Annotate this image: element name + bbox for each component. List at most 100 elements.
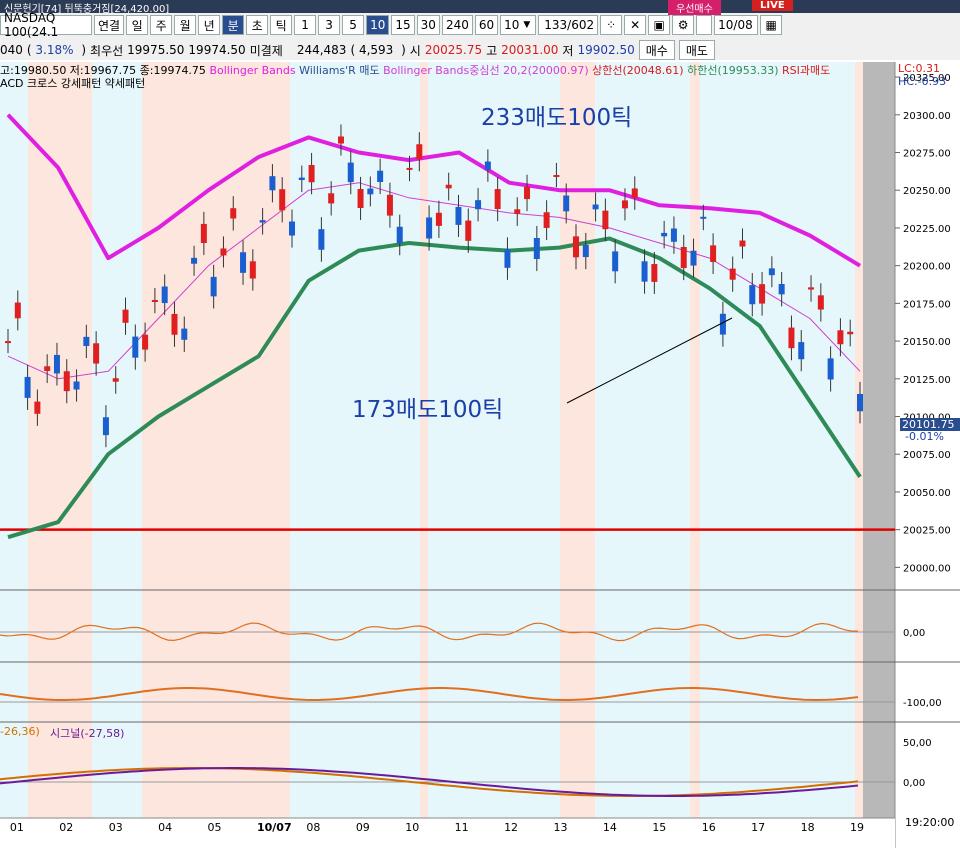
period-button-5[interactable]: 분 [222, 15, 245, 35]
x-tick-label-9: 11 [455, 821, 469, 834]
y-tick-label-0: 20000.00 [903, 563, 951, 574]
period-button-4[interactable]: 년 [198, 15, 221, 35]
low: 19902.50 [577, 43, 635, 57]
period-button-8[interactable]: 1 [294, 15, 317, 35]
candle-body-4 [44, 366, 51, 371]
candle-body-29 [289, 221, 295, 236]
x-tick-label-16: 18 [801, 821, 815, 834]
candle-body-84 [827, 358, 834, 380]
annotation-sell-173[interactable]: 173매도100틱 [352, 390, 503, 424]
date-field[interactable]: 10/08 [714, 15, 759, 35]
candle-body-10 [102, 417, 109, 436]
x-tick-label-6: 08 [306, 821, 320, 834]
macd-pattern-legend: ACD 크로스 강세패턴 약세패턴 [0, 77, 146, 90]
oi-change-value: 4,593 [358, 43, 394, 57]
period-button-7[interactable]: 틱 [270, 15, 293, 35]
macd-tick-label-0: 50,00 [903, 738, 932, 749]
period-button-15[interactable]: 60 [474, 15, 499, 35]
count-field[interactable]: 133/602 [538, 15, 599, 35]
session-band-3 [142, 62, 290, 818]
x-tick-label-2: 03 [109, 821, 123, 834]
y-tick-label-12: 20300.00 [903, 111, 951, 122]
candle-body-75 [739, 240, 746, 247]
candle-body-62 [612, 251, 619, 272]
candle-body-21 [210, 276, 217, 297]
y-tick-label-9: 20225.00 [903, 224, 951, 235]
cross-icon[interactable]: ✕ [624, 15, 647, 35]
y-tick-label-10: 20250.00 [903, 186, 951, 197]
session-band-2 [92, 62, 142, 818]
candle-body-0 [5, 341, 11, 344]
legend-bbmid[interactable]: Bollinger Bands중심선 20,2(20000.97) [383, 64, 589, 77]
session-band-11 [855, 62, 863, 818]
candle-body-85 [837, 330, 844, 345]
candle-body-27 [269, 176, 276, 191]
grid-icon[interactable]: ⁘ [600, 15, 623, 35]
date-checkbox[interactable] [696, 15, 713, 35]
sell-button[interactable]: 매도 [678, 40, 715, 60]
symbol-field[interactable]: NASDAQ 100(24.1 [0, 11, 92, 39]
candle-body-1 [14, 302, 21, 319]
period-button-0[interactable]: 연결 [94, 15, 125, 35]
candle-body-47 [465, 220, 472, 241]
annotation-sell-233[interactable]: 233매도100틱 [481, 98, 632, 132]
candle-body-11 [112, 378, 119, 382]
period-button-13[interactable]: 30 [416, 15, 440, 35]
candle-body-35 [347, 162, 354, 183]
high: 20031.00 [501, 43, 559, 57]
period-select[interactable]: 10 ▼ [500, 15, 537, 35]
candle-body-13 [132, 336, 139, 358]
live-badge[interactable]: LIVE [752, 0, 793, 11]
candle-body-31 [308, 165, 315, 183]
low-label: 저 [562, 43, 574, 58]
legend-rsi[interactable]: RSI과매도 [782, 64, 830, 77]
candle-body-57 [563, 195, 570, 212]
candle-body-69 [680, 246, 687, 269]
period-toolbar: NASDAQ 100(24.1 연결 일 주 월 년 분 초 틱 1 3 5 10 15 30 240 60 … [0, 11, 784, 39]
period-button-6[interactable]: 초 [246, 15, 269, 35]
candle-body-18 [181, 328, 188, 340]
period-button-3[interactable]: 월 [174, 15, 197, 35]
candle-body-28 [279, 189, 286, 211]
y-tick-label-1: 20025.00 [903, 526, 951, 537]
candle-body-34 [337, 136, 344, 144]
legend-bb[interactable]: Bollinger Bands [209, 64, 295, 77]
change-pct: ( 3.18% ) [26, 43, 87, 57]
legend-wr[interactable]: Williams'R 매도 [299, 64, 379, 77]
candle-body-74 [729, 268, 736, 280]
period-value: 10 [504, 18, 520, 32]
candle-body-59 [582, 244, 589, 258]
period-button-12[interactable]: 15 [391, 15, 415, 35]
period-buttons: 연결 일 주 월 년 분 초 틱 1 3 5 10 15 30 240 60 [94, 15, 500, 35]
candle-body-82 [808, 287, 815, 290]
hc-readout: HC:-0.93 [898, 75, 947, 88]
y-tick-label-5: 20125.00 [903, 375, 951, 386]
candle-body-23 [230, 208, 237, 219]
buy-button[interactable]: 매수 [638, 40, 675, 60]
chart-canvas[interactable]: 20000.0020025.0020050.0020075.0020100.00… [0, 60, 960, 848]
gear-icon[interactable]: ⚙ [672, 15, 695, 35]
period-button-9[interactable]: 3 [318, 15, 341, 35]
candle-body-43 [426, 217, 433, 239]
save-icon[interactable]: ▣ [648, 15, 671, 35]
period-button-1[interactable]: 일 [126, 15, 149, 35]
count-value: 133 [544, 18, 568, 32]
candle-body-71 [700, 216, 707, 219]
period-button-14[interactable]: 240 [441, 15, 473, 35]
candle-body-83 [817, 295, 824, 310]
candle-body-24 [240, 252, 247, 273]
legend-lower[interactable]: 하한선(19953.33) [687, 64, 778, 77]
priority-buy-button[interactable]: 우선매수 [668, 0, 721, 15]
candle-body-17 [171, 313, 178, 335]
current-pct-label: -0.01% [905, 430, 944, 443]
legend-upper[interactable]: 상한선(20048.61) [592, 64, 683, 77]
osc-tick-label: 0,00 [903, 628, 925, 639]
candle-body-50 [494, 189, 501, 210]
candle-body-81 [798, 342, 805, 360]
period-button-10[interactable]: 5 [342, 15, 365, 35]
toolbar: 신문헌기[74] 뒤뚝충거짐[24,420.00] 우선매수 LIVE NASD… [0, 0, 960, 60]
period-button-2[interactable]: 주 [150, 15, 173, 35]
calendar-icon[interactable]: ▦ [760, 15, 783, 35]
period-button-11[interactable]: 10 [366, 15, 390, 35]
candle-body-49 [484, 161, 491, 170]
